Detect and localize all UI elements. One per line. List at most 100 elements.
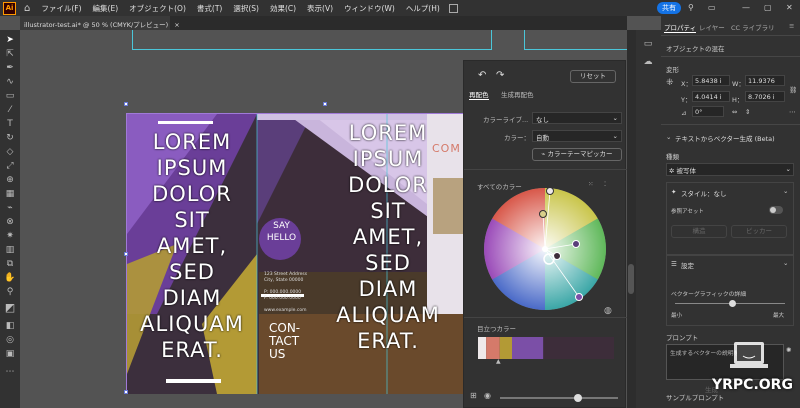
color-theme-picker-button[interactable]: ⌁ カラーテーマピッカー <box>532 148 622 161</box>
brush-tool-icon[interactable]: ⁄ <box>4 104 16 116</box>
slider-thumb[interactable] <box>574 394 582 402</box>
tab-recolor[interactable]: 再配色 <box>469 89 489 100</box>
search-icon[interactable]: ⚲ <box>688 3 694 12</box>
color-count-select[interactable]: 自動 ⌄ <box>532 130 622 142</box>
reference-asset-toggle[interactable] <box>769 206 783 214</box>
expand-icon[interactable]: ⌄ <box>666 133 671 141</box>
document-tab[interactable]: illustrator-test.ai* @ 50 % (CMYK/プレビュー)… <box>20 16 180 30</box>
brightness-icon[interactable]: ◍ <box>604 306 612 316</box>
close-icon[interactable]: ✕ <box>786 3 793 12</box>
pen-tool-icon[interactable]: ✒ <box>4 62 16 74</box>
menu-select[interactable]: 選択(S) <box>233 3 259 14</box>
detail-slider[interactable] <box>675 300 785 307</box>
prominent-swatch[interactable] <box>478 337 487 359</box>
menu-edit[interactable]: 編集(E) <box>93 3 119 14</box>
menu-file[interactable]: ファイル(F) <box>41 3 81 14</box>
tab-layers[interactable]: レイヤー <box>699 22 725 32</box>
text-to-vector-label[interactable]: テキストからベクター生成 (Beta) <box>675 133 775 143</box>
constrain-icon[interactable]: ⛓ <box>789 86 797 94</box>
flip-vertical-icon[interactable]: ⇕ <box>745 108 750 116</box>
curvature-tool-icon[interactable]: ∿ <box>4 76 16 88</box>
screen-mode-icon[interactable]: ▣ <box>4 348 16 360</box>
undo-icon[interactable]: ↶ <box>478 70 486 81</box>
home-icon[interactable]: ⌂ <box>24 3 30 14</box>
selection-handle[interactable] <box>323 102 327 106</box>
tab-generative-recolor[interactable]: 生成再配色 <box>501 89 534 99</box>
brochure-artwork[interactable]: LOREM IPSUM DOLOR SIT AMET, SED DIAM ALI… <box>126 113 465 394</box>
brightness-toggle-icon[interactable]: ◉ <box>484 391 491 400</box>
prominent-swatch[interactable] <box>512 337 544 359</box>
swatch-handle-icon[interactable]: ▲ <box>496 358 501 365</box>
comment-icon[interactable]: ▭ <box>642 38 654 50</box>
hand-tool-icon[interactable]: ✋ <box>4 272 16 284</box>
heading-line: ALIQUAM <box>336 303 440 327</box>
selection-handle[interactable] <box>124 390 128 394</box>
selection-handle[interactable] <box>124 252 128 256</box>
color-mode-icon[interactable]: ◧ <box>4 320 16 332</box>
color-library-select[interactable]: なし ⌄ <box>532 112 622 124</box>
vertical-scrollbar[interactable] <box>627 30 636 408</box>
draw-mode-icon[interactable]: ◎ <box>4 334 16 346</box>
chevron-down-icon[interactable]: ⌄ <box>783 259 788 267</box>
eraser-tool-icon[interactable]: ◇ <box>4 146 16 158</box>
menu-view[interactable]: 表示(V) <box>307 3 333 14</box>
style-label[interactable]: スタイル：なし <box>681 188 727 198</box>
menu-effect[interactable]: 効果(C) <box>270 3 296 14</box>
structure-button[interactable]: 構造 <box>671 225 727 238</box>
picker-button[interactable]: ピッカー <box>731 225 787 238</box>
minimize-icon[interactable]: — <box>742 3 750 12</box>
zoom-tool-icon[interactable]: ⚲ <box>4 286 16 298</box>
shape-builder-icon[interactable]: ⊕ <box>4 174 16 186</box>
fill-stroke-icon[interactable]: ◩ <box>4 302 16 314</box>
maximize-icon[interactable]: ▢ <box>764 3 772 12</box>
artboard-tool-icon[interactable]: ⧉ <box>4 258 16 270</box>
scale-tool-icon[interactable]: ⤢ <box>4 160 16 172</box>
symbol-tool-icon[interactable]: ✷ <box>4 230 16 242</box>
view-mode-icon[interactable]: ⊞ <box>470 391 477 400</box>
chevron-down-icon[interactable]: ⌄ <box>783 187 788 195</box>
detail-slider-thumb[interactable] <box>729 300 736 307</box>
flip-horizontal-icon[interactable]: ⇔ <box>732 108 737 116</box>
prominent-swatch[interactable] <box>543 337 614 359</box>
saturation-slider[interactable] <box>500 394 618 402</box>
workspace-icon[interactable] <box>448 3 458 13</box>
tab-cc-libraries[interactable]: CC ライブラリ <box>731 22 775 32</box>
more-tools-icon[interactable]: ⋯ <box>4 366 16 378</box>
arrange-icon[interactable]: ▭ <box>708 3 716 12</box>
y-field[interactable]: 4.0414 i <box>692 91 730 102</box>
gradient-tool-icon[interactable]: ▦ <box>4 188 16 200</box>
h-field[interactable]: 8.7026 i <box>745 91 785 102</box>
menu-object[interactable]: オブジェクト(O) <box>129 3 186 14</box>
angle-field[interactable]: 0° <box>692 106 724 117</box>
graph-tool-icon[interactable]: ▥ <box>4 244 16 256</box>
type-tool-icon[interactable]: T <box>4 118 16 130</box>
tab-close-icon[interactable]: × <box>174 21 179 29</box>
settings-label[interactable]: 設定 <box>681 260 694 270</box>
w-field[interactable]: 11.9376 <box>745 75 785 86</box>
direct-selection-icon[interactable]: ⇱ <box>4 48 16 60</box>
more-options-icon[interactable]: ⋯ <box>789 108 796 116</box>
selection-tool-icon[interactable]: ➤ <box>4 34 16 46</box>
rotate-tool-icon[interactable]: ↻ <box>4 132 16 144</box>
rectangle-tool-icon[interactable]: ▭ <box>4 90 16 102</box>
share-button[interactable]: 共有 <box>657 2 681 14</box>
eyedropper-tool-icon[interactable]: ⌁ <box>4 202 16 214</box>
wheel-handles <box>539 187 583 301</box>
x-field[interactable]: 5.8438 i <box>692 75 730 86</box>
prominent-swatch[interactable] <box>499 337 512 359</box>
reference-point-icon[interactable]: ⁜ <box>666 78 674 88</box>
prominent-color-bar[interactable] <box>478 337 614 359</box>
tab-properties[interactable]: プロパティ <box>664 22 697 33</box>
menu-window[interactable]: ウィンドウ(W) <box>344 3 395 14</box>
redo-icon[interactable]: ↷ <box>496 70 504 81</box>
selection-handle[interactable] <box>124 102 128 106</box>
kind-select[interactable]: ✲ 被写体 ⌄ <box>666 163 794 176</box>
libraries-icon[interactable]: ☁ <box>642 56 654 68</box>
menu-type[interactable]: 書式(T) <box>197 3 222 14</box>
menu-help[interactable]: ヘルプ(H) <box>406 3 440 14</box>
prominent-swatch[interactable] <box>486 337 500 359</box>
scroll-thumb[interactable] <box>628 264 634 294</box>
panel-menu-icon[interactable]: ≡ <box>789 22 794 30</box>
reset-button[interactable]: リセット <box>570 70 616 83</box>
blend-tool-icon[interactable]: ⊗ <box>4 216 16 228</box>
